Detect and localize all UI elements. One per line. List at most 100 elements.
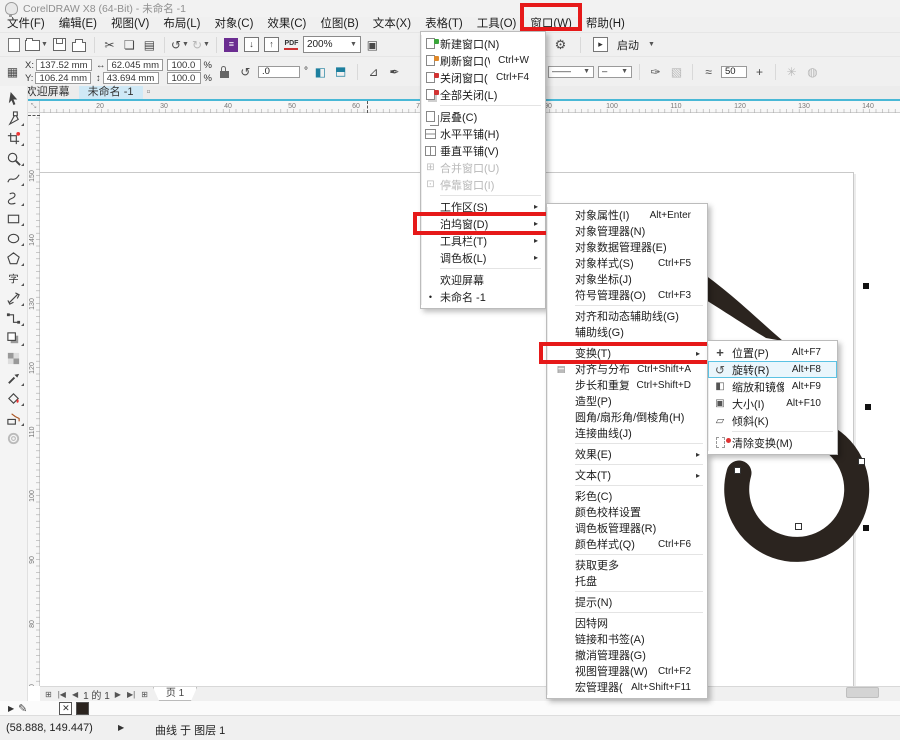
publish-pdf-icon[interactable]: PDF	[283, 36, 300, 54]
menu-item[interactable]: 调色板(L)▸	[421, 249, 545, 266]
menu-item[interactable]: 对象数据管理器(E)	[547, 239, 707, 255]
paste-icon[interactable]: ▤	[141, 36, 158, 54]
menu-item[interactable]: 对象坐标(J)	[547, 271, 707, 287]
artistic-media-tool[interactable]	[3, 188, 25, 208]
vertical-ruler[interactable]: 15014013012011010090807060	[28, 113, 40, 686]
tab-document[interactable]: 未命名 -1	[79, 86, 143, 99]
smoothing-plus-icon[interactable]: +	[751, 63, 768, 81]
pick-tool[interactable]	[3, 88, 25, 108]
menu-item[interactable]: +位置(P)Alt+F7	[708, 344, 837, 361]
menu-item[interactable]: 托盘	[547, 573, 707, 589]
nodes-icon[interactable]: ⊿	[365, 63, 382, 81]
freehand-tool[interactable]	[3, 168, 25, 188]
flyout-arrow-icon[interactable]: ▶	[8, 704, 14, 713]
curve-node[interactable]	[858, 458, 865, 465]
menubar-item[interactable]: 效果(C)	[260, 17, 313, 32]
menubar-item[interactable]: 视图(V)	[104, 17, 156, 32]
mirror-horizontal-icon[interactable]: ◧	[312, 63, 329, 81]
first-page-icon[interactable]: |◀	[57, 690, 67, 699]
curve-node[interactable]	[795, 523, 802, 530]
menubar-item[interactable]: 位图(B)	[313, 17, 365, 32]
menubar-item[interactable]: 窗口(W)	[523, 17, 579, 32]
ruler-origin-button[interactable]: ⤡	[28, 101, 40, 113]
menu-item[interactable]: 连接曲线(J)	[547, 425, 707, 441]
polygon-tool[interactable]	[3, 248, 25, 268]
menubar-item[interactable]: 编辑(E)	[52, 17, 104, 32]
menu-item[interactable]: ▱倾斜(K)	[708, 412, 837, 429]
horizontal-scrollbar-thumb[interactable]	[846, 687, 879, 698]
scale-y-field[interactable]: 100.0	[167, 72, 201, 84]
pen-settings-icon[interactable]: ✑	[647, 63, 664, 81]
color-eyedropper-tool[interactable]	[3, 368, 25, 388]
status-flyout-icon[interactable]: ▶	[118, 723, 124, 732]
menu-item[interactable]: 步长和重复(T)Ctrl+Shift+D	[547, 377, 707, 393]
cut-icon[interactable]: ✂	[101, 36, 118, 54]
fill-color-swatch[interactable]	[76, 702, 89, 715]
menu-item[interactable]: 全部关闭(L)	[421, 86, 545, 103]
menubar-item[interactable]: 帮助(H)	[579, 17, 632, 32]
connector-tool[interactable]	[3, 308, 25, 328]
outline-style-select[interactable]: ——▼	[548, 66, 594, 78]
launch-caret-icon[interactable]: ▼	[648, 41, 655, 48]
smoothing-field[interactable]: 50	[721, 66, 747, 78]
x-position-field[interactable]: 137.52 mm	[36, 59, 92, 71]
menu-item[interactable]: 清除变换(M)	[708, 434, 837, 451]
menu-item[interactable]: ▣大小(I)Alt+F10	[708, 395, 837, 412]
menu-item[interactable]: 链接和书签(A)	[547, 631, 707, 647]
menu-item[interactable]: ◧缩放和镜像(S)Alt+F9	[708, 378, 837, 395]
zoom-tool[interactable]	[3, 148, 25, 168]
launch-icon[interactable]: ▸	[592, 36, 609, 54]
search-content-icon[interactable]: ≡	[223, 36, 240, 54]
menu-item[interactable]: 视图管理器(W)Ctrl+F2	[547, 663, 707, 679]
page-tab[interactable]: 页 1	[153, 687, 197, 701]
menu-item[interactable]: 变换(T)▸	[547, 345, 707, 361]
menu-item[interactable]: 圆角/扇形角/倒棱角(H)	[547, 409, 707, 425]
copy-icon[interactable]: ❏	[121, 36, 138, 54]
drop-shadow-tool[interactable]	[3, 328, 25, 348]
menu-item[interactable]: 垂直平铺(V)	[421, 142, 545, 159]
menu-item[interactable]: 因特网	[547, 615, 707, 631]
menubar-item[interactable]: 对象(C)	[207, 17, 260, 32]
menu-item[interactable]: 对齐和动态辅助线(G)	[547, 308, 707, 324]
menubar-item[interactable]: 表格(T)	[418, 17, 470, 32]
ellipse-tool[interactable]	[3, 228, 25, 248]
y-position-field[interactable]: 106.24 mm	[35, 72, 91, 84]
height-field[interactable]: 43.694 mm	[103, 72, 159, 84]
rectangle-tool[interactable]	[3, 208, 25, 228]
selection-handle[interactable]	[865, 404, 871, 410]
menu-item[interactable]: 新建窗口(N)	[421, 35, 545, 52]
menu-item[interactable]: 对象样式(S)Ctrl+F5	[547, 255, 707, 271]
open-document-icon[interactable]: ▼	[25, 36, 48, 54]
new-tab-icon[interactable]: ▫	[143, 86, 155, 99]
lock-ratio-icon[interactable]	[216, 63, 233, 81]
menu-item[interactable]: •未命名 -1	[421, 288, 545, 305]
menu-item[interactable]: 宏管理器(M)Alt+Shift+F11	[547, 679, 707, 695]
menu-item[interactable]: 泊坞窗(D)▸	[421, 215, 545, 232]
menu-item[interactable]: 效果(E)▸	[547, 446, 707, 462]
save-icon[interactable]	[51, 36, 68, 54]
next-page-icon[interactable]: ▶	[114, 690, 122, 699]
menu-item[interactable]: 层叠(C)	[421, 108, 545, 125]
crop-tool[interactable]	[3, 128, 25, 148]
menu-item[interactable]: 对象属性(I)Alt+Enter	[547, 207, 707, 223]
import-icon[interactable]: ↓	[243, 36, 260, 54]
export-icon[interactable]: ↑	[263, 36, 280, 54]
menu-item[interactable]: 提示(N)	[547, 594, 707, 610]
menubar-item[interactable]: 文件(F)	[0, 17, 52, 32]
pen-nib-icon[interactable]: ✒	[386, 63, 403, 81]
outline-width-select[interactable]: –▼	[598, 66, 632, 78]
scale-x-field[interactable]: 100.0	[167, 59, 201, 71]
selection-handle[interactable]	[863, 283, 869, 289]
mirror-vertical-icon[interactable]: ◧	[332, 63, 350, 80]
last-page-icon[interactable]: ▶|	[126, 690, 136, 699]
interactive-fill-tool[interactable]	[3, 388, 25, 408]
add-page-icon[interactable]: ⊞	[44, 690, 53, 699]
menu-item[interactable]: ▤对齐与分布(A)Ctrl+Shift+A	[547, 361, 707, 377]
menu-item[interactable]: 工作区(S)▸	[421, 198, 545, 215]
curve-node[interactable]	[734, 467, 741, 474]
menu-item[interactable]: 颜色校样设置	[547, 504, 707, 520]
smart-fill-tool[interactable]	[3, 408, 25, 428]
menu-item[interactable]: 撤消管理器(G)	[547, 647, 707, 663]
menu-item[interactable]: 工具栏(T)▸	[421, 232, 545, 249]
menu-item[interactable]: 对象管理器(N)	[547, 223, 707, 239]
